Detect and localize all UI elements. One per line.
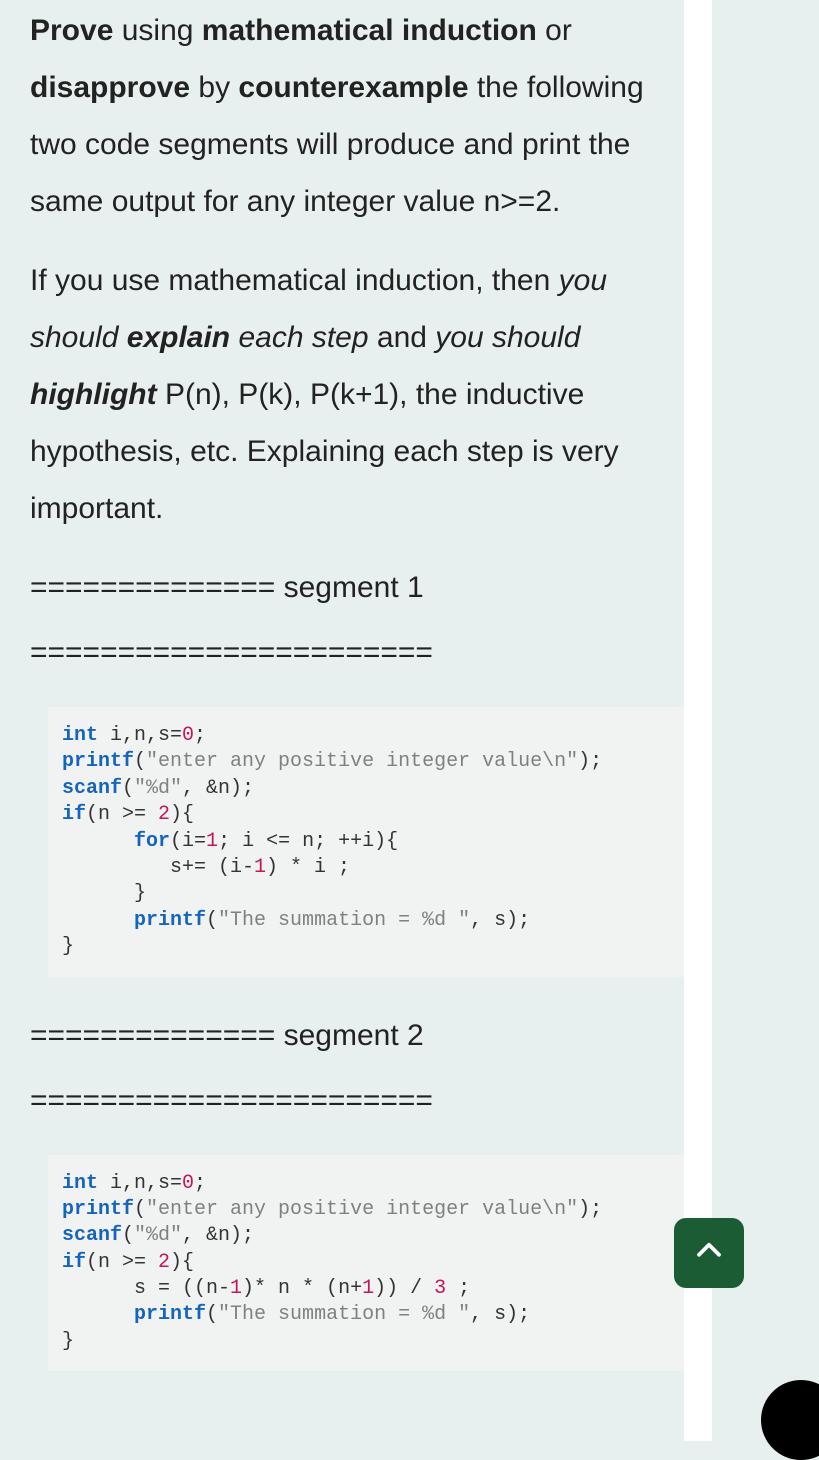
code-segment-1: int i,n,s=0; printf("enter any positive …: [48, 707, 684, 977]
paragraph-2: If you use mathematical induction, then …: [30, 252, 684, 537]
chevron-up-icon: [694, 1236, 724, 1271]
text: If you use mathematical induction, then: [30, 264, 559, 297]
disapprove-word: disapprove: [30, 71, 190, 104]
prove-word: Prove: [30, 14, 113, 47]
segment-2-divider: =======================: [30, 1072, 684, 1129]
question-content: Prove using mathematical induction or di…: [0, 0, 684, 1441]
code-segment-2: int i,n,s=0; printf("enter any positive …: [48, 1155, 684, 1372]
highlight-word: highlight: [30, 378, 157, 411]
segment-1-divider: =======================: [30, 624, 684, 681]
segment-2-header: ============== segment 2: [30, 1007, 684, 1064]
paragraph-1: Prove using mathematical induction or di…: [30, 0, 684, 230]
text: and: [369, 321, 436, 354]
explain-word: explain: [127, 321, 230, 354]
text: using: [113, 14, 201, 47]
text: by: [190, 71, 238, 104]
text: or: [537, 14, 572, 47]
segment-1-header: ============== segment 1: [30, 559, 684, 616]
scroll-to-top-button[interactable]: [674, 1218, 744, 1288]
mi-word: mathematical induction: [202, 14, 537, 47]
counterexample-word: counterexample: [238, 71, 468, 104]
